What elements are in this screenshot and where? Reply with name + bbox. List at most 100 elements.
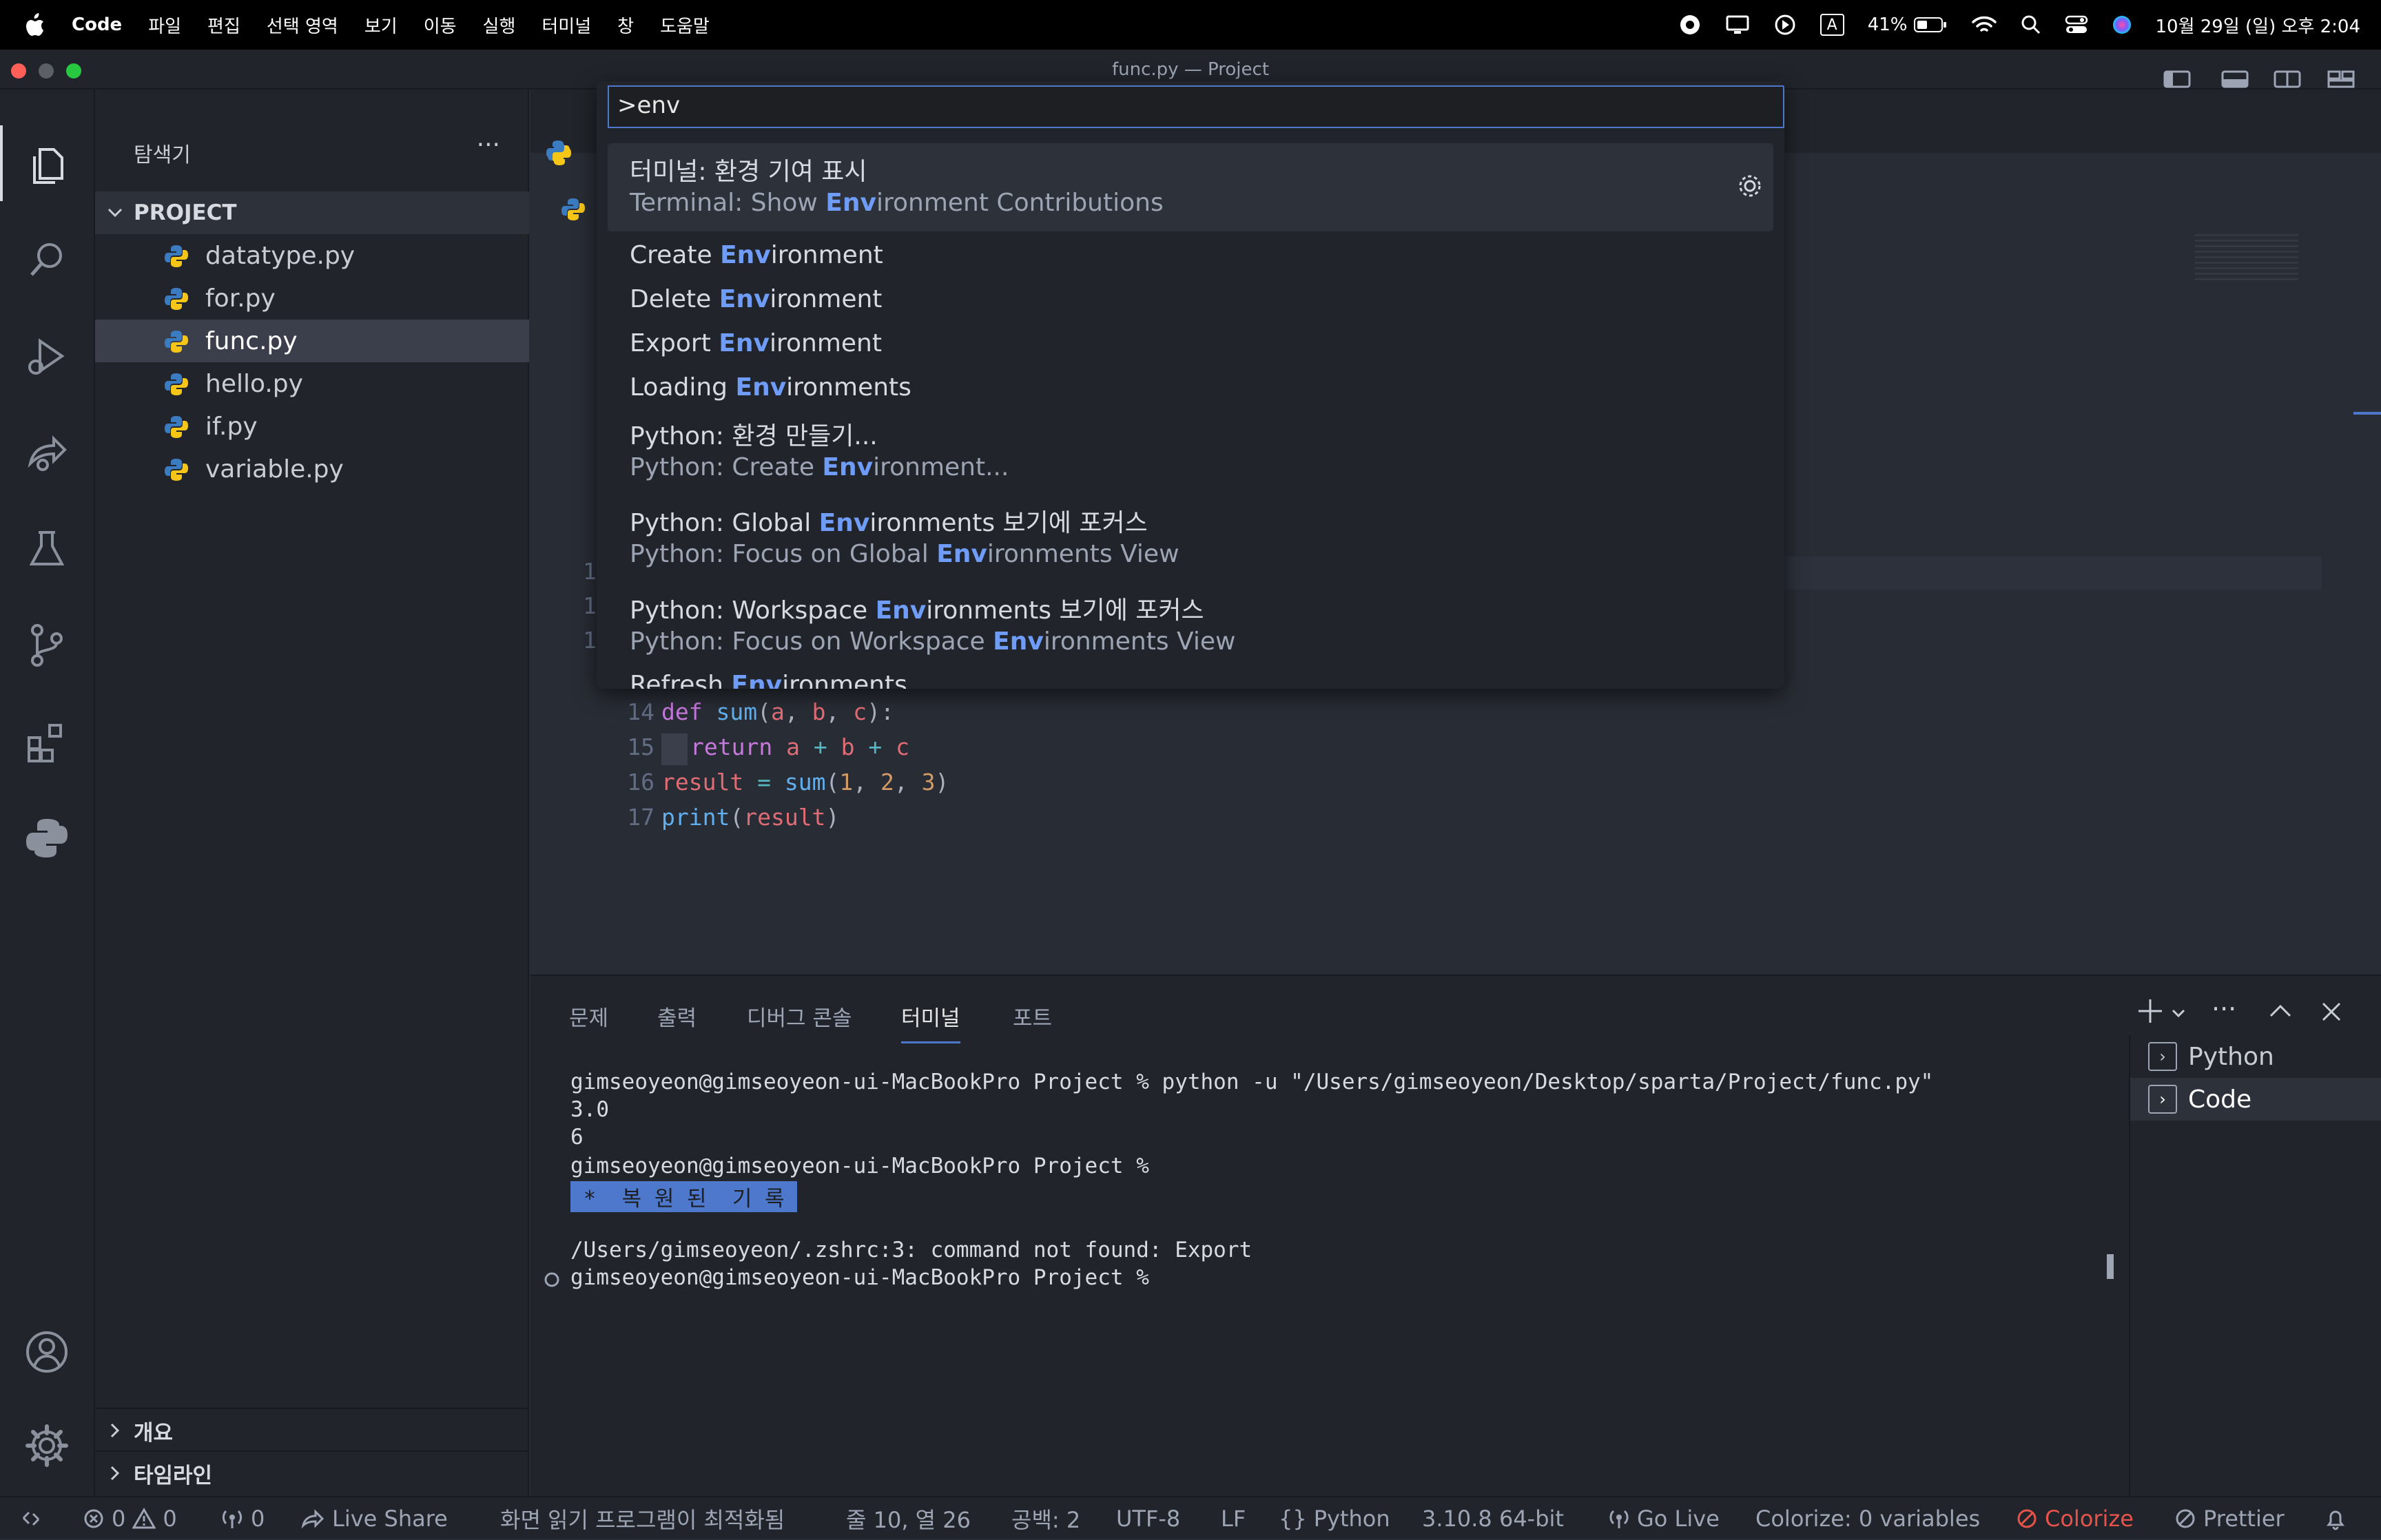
battery-status[interactable]: 41% [1868, 14, 1948, 35]
terminal-list-item-python[interactable]: › Python [2130, 1035, 2381, 1078]
colorize-variables[interactable]: Colorize: 0 variables [1755, 1497, 1980, 1540]
outline-section[interactable]: 개요 [95, 1408, 529, 1452]
project-folder[interactable]: PROJECT [95, 191, 529, 234]
no-entry-icon [2017, 1509, 2037, 1528]
go-live-button[interactable]: Go Live [1608, 1497, 1720, 1540]
timeline-section[interactable]: 타임라인 [95, 1450, 529, 1495]
app-name[interactable]: Code [72, 14, 122, 35]
spotlight-search-icon[interactable] [2021, 14, 2041, 35]
palette-item-detail: Python: Focus on Global Environments Vie… [630, 540, 1179, 568]
gear-icon[interactable] [1735, 171, 1765, 201]
code-line-15[interactable]: return a + b + c [690, 733, 909, 760]
tab-debug-console[interactable]: 디버그 콘솔 [747, 1001, 852, 1032]
palette-item-terminal-env-contrib[interactable]: 터미널: 환경 기여 표시 Terminal: Show Environment… [608, 143, 1773, 231]
python-breadcrumb-icon[interactable] [561, 197, 586, 222]
scroll-indicator[interactable] [2353, 412, 2381, 415]
menu-run[interactable]: 실행 [483, 12, 516, 38]
file-item-if[interactable]: if.py [95, 405, 529, 448]
terminal-prompt-line[interactable]: gimseoyeon@gimseoyeon-ui-MacBookPro Proj… [570, 1265, 1149, 1290]
toggle-secondary-sidebar-icon[interactable] [2274, 70, 2301, 88]
apple-icon[interactable] [25, 13, 45, 37]
palette-item-loading-envs[interactable]: Loading Environments [608, 366, 1773, 409]
code-line-14[interactable]: def sum(a, b, c): [661, 698, 894, 725]
panel-more-actions[interactable]: ··· [2212, 994, 2236, 1024]
file-item-hello[interactable]: hello.py [95, 362, 529, 405]
clock[interactable]: 10월 29일 (일) 오후 2:04 [2156, 12, 2361, 38]
new-terminal-icon[interactable] [2136, 997, 2165, 1026]
file-item-func[interactable]: func.py [95, 320, 529, 362]
search-icon[interactable] [0, 222, 94, 298]
code-line-16[interactable]: result = sum(1, 2, 3) [661, 769, 949, 795]
palette-item-python-global-envs[interactable]: Python: Global Environments 보기에 포커스 Pyth… [608, 496, 1773, 577]
explorer-icon[interactable] [0, 125, 96, 201]
palette-item-create-env[interactable]: Create Environment [608, 234, 1773, 277]
menu-terminal[interactable]: 터미널 [542, 12, 591, 38]
testing-flask-icon[interactable] [0, 511, 94, 587]
terminal-scrollbar[interactable] [2107, 1254, 2114, 1279]
remote-indicator[interactable] [21, 1497, 41, 1540]
live-share-status[interactable]: Live Share [300, 1497, 448, 1540]
display-icon[interactable] [1725, 14, 1750, 35]
close-icon[interactable] [2319, 999, 2344, 1024]
run-debug-icon[interactable] [0, 318, 94, 394]
gear-icon[interactable] [0, 1408, 94, 1484]
language-mode[interactable]: {} Python [1279, 1497, 1390, 1540]
source-control-icon[interactable] [0, 607, 94, 683]
tab-problems[interactable]: 문제 [569, 1001, 608, 1032]
ports-indicator[interactable]: 0 [220, 1497, 265, 1540]
file-item-for[interactable]: for.py [95, 277, 529, 320]
menu-view[interactable]: 보기 [364, 12, 398, 38]
tab-ports[interactable]: 포트 [1013, 1001, 1052, 1032]
file-item-datatype[interactable]: datatype.py [95, 234, 529, 277]
screen-reader-status[interactable]: 화면 읽기 프로그램이 최적화됨 [500, 1497, 785, 1540]
prettier-button[interactable]: Prettier [2174, 1497, 2285, 1540]
cursor-position[interactable]: 줄 10, 열 26 [846, 1497, 971, 1540]
palette-item-python-workspace-envs[interactable]: Python: Workspace Environments 보기에 포커스 P… [608, 583, 1773, 665]
chevron-down-icon[interactable] [2170, 1005, 2187, 1021]
python-file-icon [165, 245, 188, 267]
toggle-primary-sidebar-icon[interactable] [2163, 70, 2191, 88]
menu-window[interactable]: 창 [617, 12, 634, 38]
python-icon[interactable] [0, 800, 94, 876]
input-source-icon[interactable]: A [1820, 14, 1844, 36]
siri-icon[interactable] [2112, 14, 2132, 35]
file-item-variable[interactable]: variable.py [95, 448, 529, 490]
menu-file[interactable]: 파일 [148, 12, 181, 38]
indentation-status[interactable]: 공백: 2 [1011, 1497, 1080, 1540]
maximize-panel-icon[interactable] [2268, 999, 2293, 1024]
terminal-list-item-code[interactable]: › Code [2130, 1078, 2381, 1121]
tab-terminal[interactable]: 터미널 [901, 1001, 960, 1043]
encoding-status[interactable]: UTF-8 [1116, 1497, 1180, 1540]
accounts-icon[interactable] [0, 1314, 94, 1390]
menu-selection[interactable]: 선택 영역 [267, 12, 338, 38]
palette-item-refresh-envs[interactable]: Refresh Environments [608, 669, 1773, 689]
notifications-button[interactable] [2325, 1497, 2347, 1540]
command-palette-input[interactable]: >env [608, 85, 1784, 128]
code-line-17[interactable]: print(result) [661, 804, 839, 831]
status-app-icon[interactable] [1678, 13, 1702, 37]
menu-help[interactable]: 도움말 [660, 12, 710, 38]
menu-go[interactable]: 이동 [424, 12, 457, 38]
control-center-icon[interactable] [2065, 14, 2088, 35]
palette-item-delete-env[interactable]: Delete Environment [608, 278, 1773, 321]
python-tab-icon[interactable] [546, 139, 570, 164]
palette-item-export-env[interactable]: Export Environment [608, 322, 1773, 365]
sidebar-more-button[interactable]: ··· [477, 131, 500, 159]
minimap[interactable] [2195, 234, 2298, 282]
eol-status[interactable]: LF [1221, 1497, 1246, 1540]
toggle-panel-icon[interactable] [2221, 70, 2249, 88]
colorize-button[interactable]: Colorize [2016, 1497, 2134, 1540]
command-decoration-icon[interactable] [543, 1271, 561, 1289]
problems-indicator[interactable]: 0 0 [83, 1497, 177, 1540]
palette-item-python-create-env[interactable]: Python: 환경 만들기... Python: Create Environ… [608, 409, 1773, 490]
extensions-icon[interactable] [0, 704, 94, 780]
tab-output[interactable]: 출력 [657, 1001, 697, 1032]
broadcast-icon [222, 1510, 243, 1528]
python-file-icon [165, 288, 188, 310]
menu-edit[interactable]: 편집 [207, 12, 240, 38]
python-interpreter[interactable]: 3.10.8 64-bit [1422, 1497, 1564, 1540]
customize-layout-icon[interactable] [2327, 70, 2355, 88]
live-share-icon[interactable] [0, 415, 94, 490]
play-circle-icon[interactable] [1773, 13, 1797, 37]
wifi-icon[interactable] [1971, 14, 1997, 35]
